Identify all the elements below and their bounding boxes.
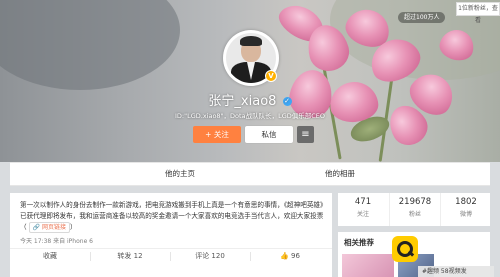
feed-post: 第一次以制作人的身份去制作一款新游戏，把电竞游戏搬到手机上真是一个有意思的事情，…	[10, 193, 332, 277]
stat-value: 1802	[455, 197, 477, 207]
fans-count-pill: 超过100万人	[398, 12, 446, 23]
cover-background	[0, 0, 180, 90]
stat-followers[interactable]: 219678 粉丝	[389, 193, 440, 226]
recommend-caption: #趣频 58视频发	[418, 266, 494, 277]
more-menu-button[interactable]: ≡	[297, 126, 314, 143]
app-logo-icon[interactable]	[392, 236, 418, 262]
verified-badge-icon: V	[265, 70, 277, 82]
stat-posts[interactable]: 1802 微博	[440, 193, 491, 226]
stat-label: 微博	[459, 211, 472, 218]
tab-album[interactable]: 他的相册	[280, 163, 400, 185]
web-link-label: 网页链接	[41, 224, 66, 231]
new-fans-notice[interactable]: 1位新粉丝，查看	[456, 2, 500, 24]
stat-label: 关注	[356, 211, 369, 218]
verified-icon: ✓	[282, 97, 292, 106]
profile-bio: ID:"LGD.xiao8"，Dota战队队长，LGD俱乐部CEO	[174, 112, 325, 120]
profile-name-row: 张宁_xiao8 ✓	[0, 90, 500, 109]
recommend-title: 相关推荐	[344, 238, 374, 247]
tab-home[interactable]: 他的主页	[120, 163, 240, 185]
web-link[interactable]: 🔗 网页链接	[28, 222, 70, 233]
profile-actions: + 关注 私信 ≡	[193, 126, 323, 143]
repost-button[interactable]: 转发 12	[90, 249, 170, 264]
post-actions: 收藏 转发 12 评论 120 👍 96	[10, 248, 332, 264]
post-meta: 今天 17:38 来自 iPhone 6	[20, 238, 93, 245]
stat-value: 219678	[398, 197, 432, 207]
like-button[interactable]: 👍 96	[250, 249, 330, 264]
stat-label: 粉丝	[408, 211, 421, 218]
favorite-button[interactable]: 收藏	[10, 249, 90, 264]
stat-following[interactable]: 471 关注	[338, 193, 388, 226]
message-button[interactable]: 私信	[245, 126, 293, 143]
profile-stats: 471 关注 219678 粉丝 1802 微博	[338, 193, 490, 226]
recommend-thumbnail[interactable]	[342, 254, 394, 277]
post-text-end: ）	[70, 223, 77, 231]
stat-value: 471	[354, 197, 372, 207]
comment-button[interactable]: 评论 120	[170, 249, 250, 264]
profile-name: 张宁_xiao8	[208, 94, 277, 109]
follow-button[interactable]: + 关注	[193, 126, 241, 143]
post-content: 第一次以制作人的身份去制作一款新游戏，把电竞游戏搬到手机上真是一个有意思的事情，…	[20, 200, 325, 233]
profile-tabs: 他的主页 他的相册	[10, 162, 490, 186]
